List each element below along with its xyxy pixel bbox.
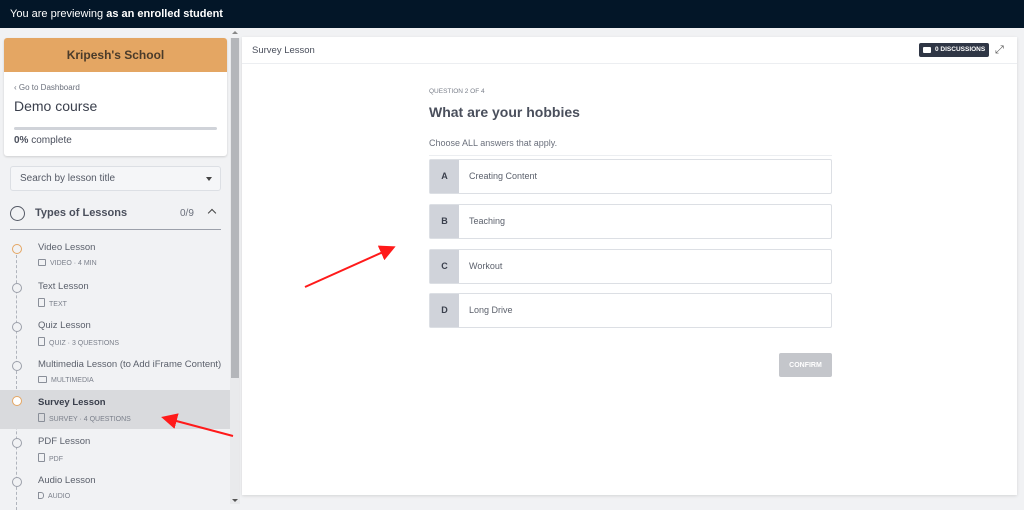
audio-icon	[38, 492, 44, 499]
lesson-item-text[interactable]: Text Lesson TEXT	[0, 278, 230, 316]
progress-percent: 0%	[14, 135, 29, 146]
pdf-icon	[38, 453, 45, 462]
lesson-header-title: Survey Lesson	[252, 45, 315, 56]
answer-option-c[interactable]: C Workout	[429, 249, 832, 284]
lesson-meta-text: SURVEY · 4 QUESTIONS	[49, 416, 131, 423]
lesson-status-icon	[12, 477, 22, 487]
lesson-title: Quiz Lesson	[38, 320, 91, 331]
section-title: Types of Lessons	[35, 207, 128, 219]
preview-banner: You are previewing as an enrolled studen…	[0, 0, 1024, 28]
course-progress-text: 0% complete	[14, 135, 72, 146]
lesson-title: Survey Lesson	[38, 397, 106, 408]
lesson-meta-text: TEXT	[49, 301, 67, 308]
discussions-button[interactable]: 0 DISCUSSIONS	[919, 43, 990, 57]
preview-banner-prefix: You are previewing	[10, 8, 107, 20]
lesson-status-icon	[12, 244, 22, 254]
option-letter: B	[430, 205, 459, 238]
option-text: Workout	[469, 261, 503, 271]
option-letter: D	[430, 294, 459, 327]
option-text: Long Drive	[469, 305, 513, 315]
progress-suffix: complete	[28, 135, 72, 146]
school-name: Kripesh's School	[4, 38, 227, 72]
expand-fullscreen-icon[interactable]: ⤢	[995, 44, 1004, 57]
lesson-meta: SURVEY · 4 QUESTIONS	[38, 413, 131, 423]
course-title: Demo course	[14, 98, 98, 114]
question-divider	[429, 155, 832, 156]
lesson-meta-text: AUDIO	[48, 493, 71, 500]
lesson-status-icon	[12, 396, 22, 406]
lesson-meta-text: PDF	[49, 456, 63, 463]
answer-option-b[interactable]: B Teaching	[429, 204, 832, 239]
sidebar-scrollbar[interactable]	[230, 31, 240, 504]
lesson-title: Multimedia Lesson (to Add iFrame Content…	[38, 359, 222, 370]
lesson-status-icon	[12, 361, 22, 371]
course-progress-bar	[14, 127, 217, 130]
lesson-content-panel: Survey Lesson 0 DISCUSSIONS ⤢ QUESTION 2…	[242, 37, 1017, 495]
lesson-search-dropdown[interactable]: Search by lesson title	[10, 166, 221, 191]
chat-bubble-icon	[923, 47, 931, 53]
quiz-icon	[38, 337, 45, 346]
scroll-down-arrow-icon[interactable]	[232, 499, 238, 502]
survey-icon	[38, 413, 45, 422]
multimedia-icon	[38, 376, 47, 383]
chevron-up-icon[interactable]	[207, 208, 217, 218]
lesson-status-icon	[12, 283, 22, 293]
lesson-meta-text: MULTIMEDIA	[51, 377, 94, 384]
answer-option-a[interactable]: A Creating Content	[429, 159, 832, 194]
lesson-title: Text Lesson	[38, 281, 89, 292]
lesson-status-icon	[12, 438, 22, 448]
lesson-item-multimedia[interactable]: Multimedia Lesson (to Add iFrame Content…	[0, 356, 230, 394]
lesson-meta: VIDEO · 4 MIN	[38, 259, 97, 267]
lesson-meta: MULTIMEDIA	[38, 376, 94, 384]
course-card: Kripesh's School ‹ Go to Dashboard Demo …	[4, 38, 227, 156]
section-progress-circle-icon	[10, 206, 25, 221]
lesson-title: Video Lesson	[38, 242, 96, 253]
lesson-title: Audio Lesson	[38, 475, 96, 486]
lesson-title: PDF Lesson	[38, 436, 91, 447]
lesson-item-audio[interactable]: Audio Lesson AUDIO	[0, 472, 230, 510]
text-doc-icon	[38, 298, 45, 307]
video-icon	[38, 259, 46, 266]
lesson-meta: PDF	[38, 453, 63, 463]
lesson-meta: TEXT	[38, 298, 67, 308]
question-counter: QUESTION 2 OF 4	[429, 88, 485, 95]
lesson-meta-text: QUIZ · 3 QUESTIONS	[49, 340, 120, 347]
question-instructions: Choose ALL answers that apply.	[429, 138, 558, 148]
lesson-meta: AUDIO	[38, 492, 70, 500]
lesson-search-placeholder: Search by lesson title	[20, 173, 116, 184]
option-letter: C	[430, 250, 459, 283]
discussions-label: 0 DISCUSSIONS	[935, 46, 986, 53]
lesson-meta: QUIZ · 3 QUESTIONS	[38, 337, 119, 347]
section-count: 0/9	[180, 208, 194, 219]
lesson-header: Survey Lesson 0 DISCUSSIONS ⤢	[242, 37, 1017, 64]
lesson-item-quiz[interactable]: Quiz Lesson QUIZ · 3 QUESTIONS	[0, 317, 230, 355]
option-text: Creating Content	[469, 171, 538, 181]
go-to-dashboard-link[interactable]: ‹ Go to Dashboard	[14, 83, 80, 92]
answer-option-d[interactable]: D Long Drive	[429, 293, 832, 328]
preview-banner-role: as an enrolled student	[106, 8, 223, 20]
lesson-meta-text: VIDEO · 4 MIN	[50, 260, 97, 267]
scroll-up-arrow-icon[interactable]	[232, 31, 238, 34]
lesson-item-survey[interactable]: Survey Lesson SURVEY · 4 QUESTIONS	[0, 390, 230, 429]
lesson-item-video[interactable]: Video Lesson VIDEO · 4 MIN	[0, 239, 230, 277]
section-header-types-of-lessons[interactable]: Types of Lessons 0/9	[10, 200, 221, 230]
caret-down-icon	[206, 177, 212, 181]
question-title: What are your hobbies	[429, 104, 580, 120]
lesson-status-icon	[12, 322, 22, 332]
course-sidebar: Kripesh's School ‹ Go to Dashboard Demo …	[0, 28, 240, 510]
option-text: Teaching	[469, 216, 506, 226]
lesson-item-pdf[interactable]: PDF Lesson PDF	[0, 433, 230, 471]
option-letter: A	[430, 160, 459, 193]
sidebar-scroll-thumb[interactable]	[231, 38, 239, 378]
confirm-button[interactable]: CONFIRM	[779, 353, 832, 377]
